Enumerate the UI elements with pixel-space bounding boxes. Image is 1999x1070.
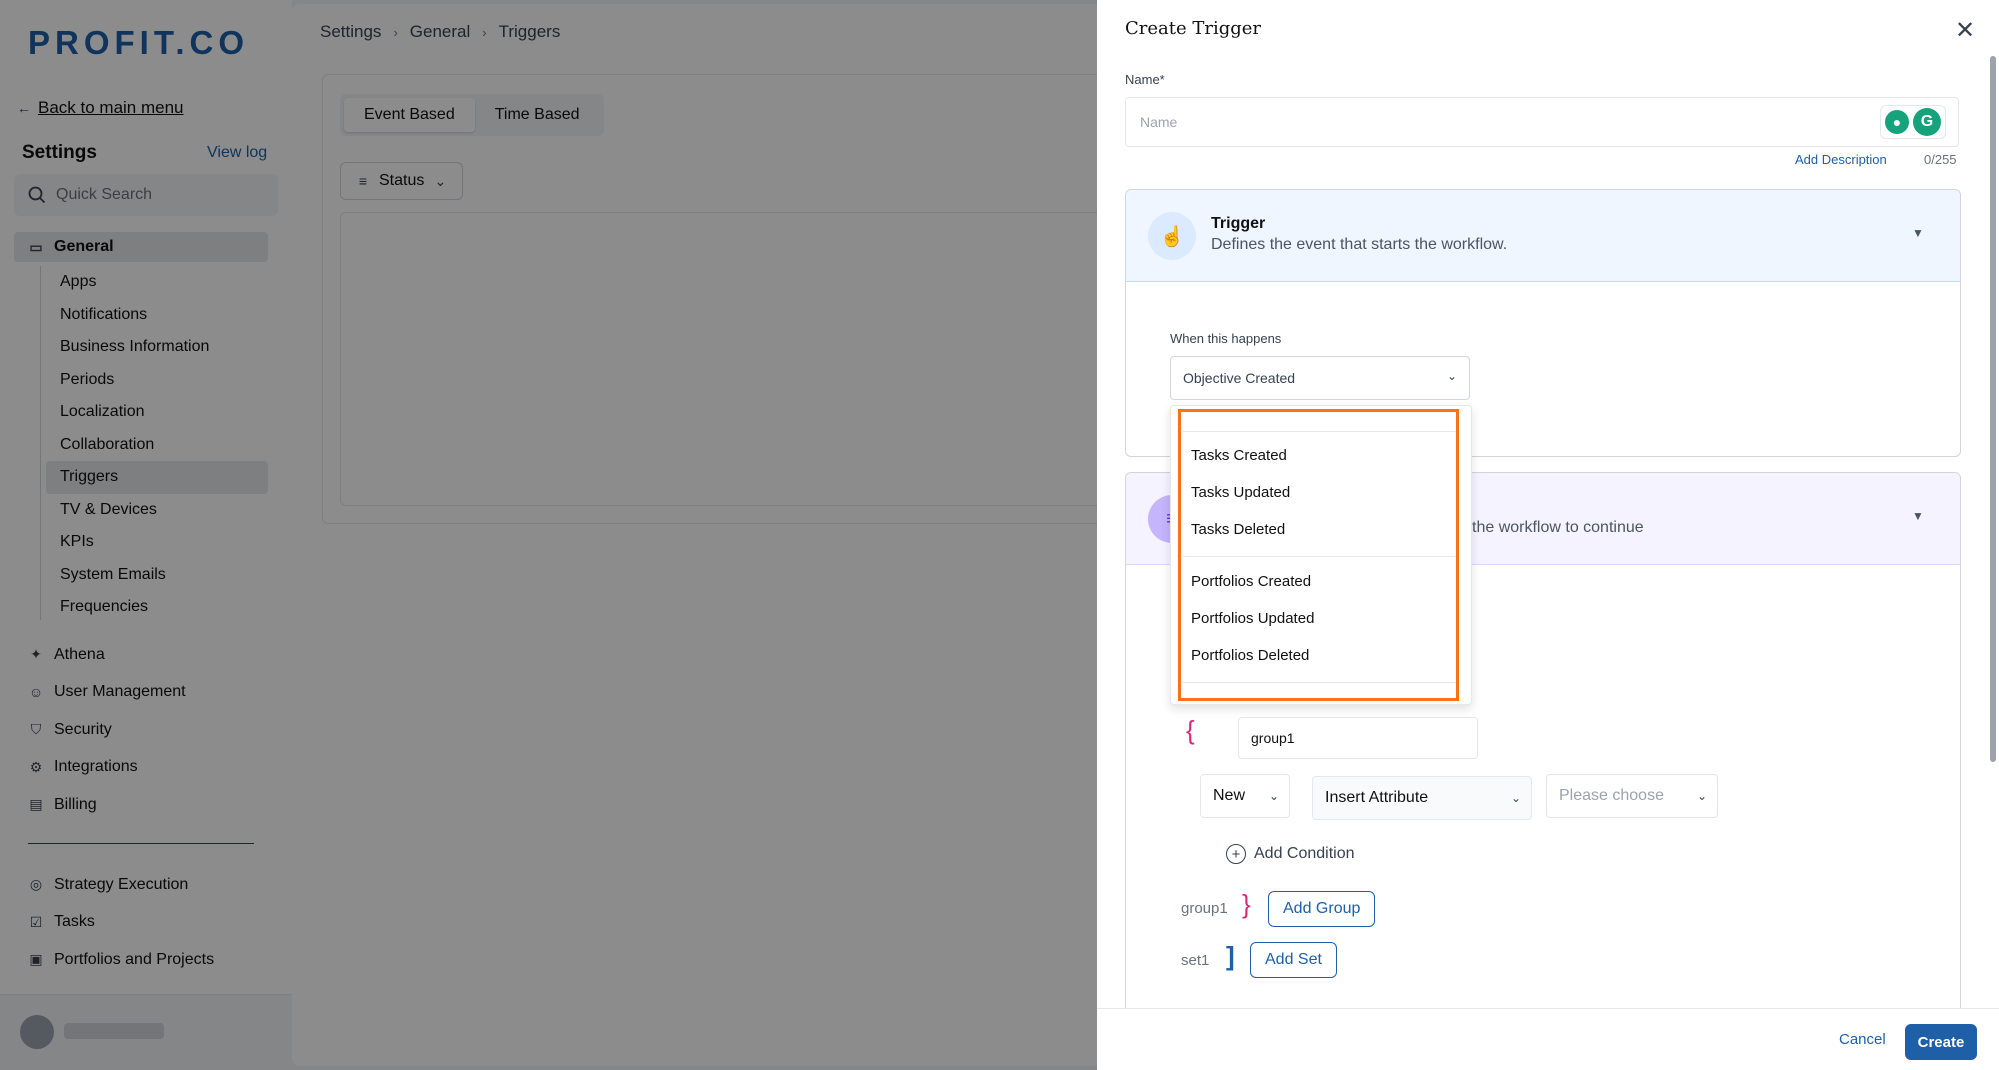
- trigger-header[interactable]: ☝ Trigger Defines the event that starts …: [1126, 190, 1960, 282]
- plus-circle-icon: +: [1226, 844, 1246, 864]
- caret-down-icon[interactable]: ▼: [1912, 509, 1924, 523]
- event-select[interactable]: Objective Created ⌄: [1170, 356, 1470, 400]
- value-select[interactable]: Please choose ⌄: [1546, 774, 1718, 818]
- value-select-value: Please choose: [1559, 787, 1664, 804]
- add-group-button[interactable]: Add Group: [1268, 891, 1376, 927]
- cancel-button[interactable]: Cancel: [1839, 1031, 1886, 1048]
- condition-description: the workflow to continue: [1472, 519, 1644, 536]
- highlight-box: [1178, 409, 1459, 701]
- name-input[interactable]: Name ● G: [1125, 97, 1959, 147]
- when-label: When this happens: [1170, 331, 1282, 346]
- attribute-select[interactable]: Insert Attribute ⌄: [1312, 776, 1532, 820]
- create-button[interactable]: Create: [1905, 1024, 1977, 1060]
- new-select[interactable]: New ⌄: [1200, 774, 1290, 818]
- grammarly-icon[interactable]: G: [1913, 108, 1941, 136]
- chevron-down-icon: ⌄: [1510, 791, 1521, 805]
- add-description-link[interactable]: Add Description: [1795, 152, 1887, 167]
- close-icon[interactable]: ✕: [1955, 16, 1975, 45]
- trigger-title: Trigger: [1211, 215, 1266, 232]
- attribute-select-value: Insert Attribute: [1325, 789, 1429, 806]
- lightbulb-icon[interactable]: ●: [1885, 110, 1909, 134]
- set-label: set1: [1181, 952, 1210, 969]
- new-select-value: New: [1213, 787, 1246, 804]
- drawer-footer: Cancel Create: [1097, 1008, 1999, 1070]
- event-select-value: Objective Created: [1183, 370, 1296, 386]
- trigger-description: Defines the event that starts the workfl…: [1211, 236, 1508, 253]
- name-placeholder: Name: [1140, 114, 1178, 130]
- caret-down-icon[interactable]: ▼: [1912, 226, 1924, 240]
- group-name-value: group1: [1251, 730, 1295, 746]
- chevron-down-icon: ⌄: [1696, 789, 1707, 803]
- input-assistant-icons: ● G: [1880, 105, 1946, 139]
- hand-pointer-icon: ☝: [1148, 212, 1196, 260]
- add-condition-button[interactable]: + Add Condition: [1226, 844, 1355, 864]
- close-bracket-icon: ]: [1226, 941, 1235, 971]
- modal-overlay[interactable]: [0, 0, 1097, 1070]
- char-count: 0/255: [1924, 152, 1957, 167]
- open-brace-icon: {: [1186, 715, 1195, 745]
- chevron-down-icon: ⌄: [1268, 789, 1279, 803]
- drawer-title: Create Trigger: [1125, 18, 1262, 39]
- group-name-input[interactable]: group1: [1238, 717, 1478, 759]
- close-brace-icon: }: [1242, 889, 1251, 919]
- drawer-scrollbar[interactable]: [1990, 56, 1996, 762]
- add-condition-label: Add Condition: [1254, 845, 1355, 862]
- name-label: Name*: [1125, 72, 1165, 87]
- add-set-button[interactable]: Add Set: [1250, 942, 1337, 978]
- group-label: group1: [1181, 900, 1228, 917]
- chevron-down-icon: ⌄: [1446, 369, 1457, 383]
